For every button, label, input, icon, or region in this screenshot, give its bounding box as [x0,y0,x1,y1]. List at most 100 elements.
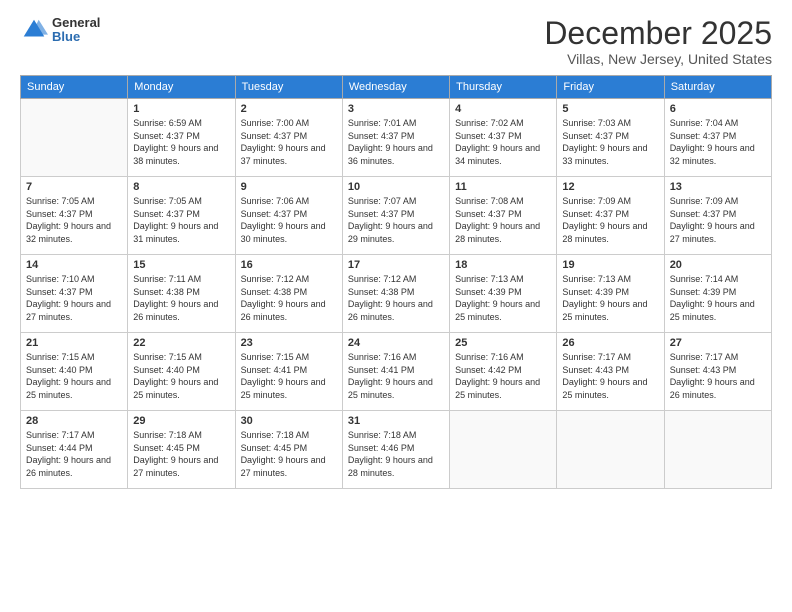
cell-day-number: 15 [133,259,229,271]
subtitle: Villas, New Jersey, United States [544,51,772,67]
cell-daylight: Daylight: 9 hours and 34 minutes. [455,143,540,166]
cell-sunset: Sunset: 4:37 PM [133,209,200,219]
cell-info: Sunrise: 7:18 AMSunset: 4:46 PMDaylight:… [348,429,444,479]
logo-general-label: General [52,16,100,30]
cell-info: Sunrise: 7:09 AMSunset: 4:37 PMDaylight:… [670,195,766,245]
cell-sunrise: Sunrise: 6:59 AM [133,118,202,128]
cell-info: Sunrise: 7:15 AMSunset: 4:41 PMDaylight:… [241,351,337,401]
cell-sunrise: Sunrise: 7:00 AM [241,118,310,128]
cell-info: Sunrise: 7:14 AMSunset: 4:39 PMDaylight:… [670,273,766,323]
cell-day-number: 7 [26,181,122,193]
cell-sunrise: Sunrise: 7:09 AM [562,196,631,206]
calendar-cell: 8 Sunrise: 7:05 AM Sunset: 4:37 PM Daylight… [128,177,235,255]
cell-daylight: Daylight: 9 hours and 36 minutes. [348,143,433,166]
cell-sunrise: Sunrise: 7:03 AM [562,118,631,128]
cell-daylight: Daylight: 9 hours and 26 minutes. [133,299,218,322]
cell-sunset: Sunset: 4:37 PM [241,209,308,219]
cell-sunrise: Sunrise: 7:05 AM [133,196,202,206]
cell-daylight: Daylight: 9 hours and 31 minutes. [133,221,218,244]
logo-blue-label: Blue [52,30,100,44]
calendar-cell: 27 Sunrise: 7:17 AMSunset: 4:43 PMDayligh… [664,333,771,411]
cell-day-number: 24 [348,337,444,349]
cell-day-number: 4 [455,103,551,115]
cell-day-number: 11 [455,181,551,193]
cell-day-number: 28 [26,415,122,427]
cell-sunset: Sunset: 4:39 PM [455,287,522,297]
cell-day-number: 1 [133,103,229,115]
cell-day-number: 22 [133,337,229,349]
cell-sunset: Sunset: 4:39 PM [670,287,737,297]
cell-day-number: 3 [348,103,444,115]
cell-sunrise: Sunrise: 7:11 AM [133,274,201,284]
calendar-cell: 9Sunrise: 7:06 AMSunset: 4:37 PMDaylight… [235,177,342,255]
cell-daylight: Daylight: 9 hours and 32 minutes. [26,221,111,244]
cell-daylight: Daylight: 9 hours and 26 minutes. [670,377,755,400]
calendar-week-4: 21Sunrise: 7:15 AMSunset: 4:40 PMDayligh… [21,333,772,411]
cell-sunset: Sunset: 4:37 PM [562,209,629,219]
calendar-cell: 12Sunrise: 7:09 AMSunset: 4:37 PMDayligh… [557,177,664,255]
cell-info: Sunrise: 7:09 AM Sunset: 4:37 PM Daylight:… [562,195,658,245]
cell-daylight: Daylight: 9 hours and 27 minutes. [133,455,218,478]
cell-sunset: Sunset: 4:44 PM [26,443,93,453]
calendar-cell: 3Sunrise: 7:01 AMSunset: 4:37 PMDaylight… [342,99,449,177]
calendar-cell [664,411,771,489]
header-friday: Friday [557,76,664,99]
calendar-cell: 15Sunrise: 7:11 AMSunset: 4:38 PMDayligh… [128,255,235,333]
calendar-week-1: 1 Sunrise: 6:59 AMSunset: 4:37 PMDaylight… [21,99,772,177]
cell-info: Sunrise: 7:16 AMSunset: 4:41 PMDaylight:… [348,351,444,401]
cell-daylight: Daylight: 9 hours and 28 minutes. [562,221,647,244]
cell-info: Sunrise: 7:12 AMSunset: 4:38 PMDaylight:… [348,273,444,323]
cell-info: Sunrise: 7:17 AMSunset: 4:43 PMDaylight:… [562,351,658,401]
cell-sunset: Sunset: 4:42 PM [455,365,522,375]
cell-day-number: 30 [241,415,337,427]
cell-sunset: Sunset: 4:43 PM [562,365,629,375]
cell-sunset: Sunset: 4:37 PM [26,209,93,219]
cell-day-number: 10 [348,181,444,193]
calendar-cell: 5Sunrise: 7:03 AMSunset: 4:37 PMDaylight… [557,99,664,177]
cell-info: Sunrise: 7:17 AMSunset: 4:43 PMDaylight:… [670,351,766,401]
calendar-cell: 16Sunrise: 7:12 AMSunset: 4:38 PMDayligh… [235,255,342,333]
calendar-cell: 22Sunrise: 7:15 AMSunset: 4:40 PMDayligh… [128,333,235,411]
cell-day-number: 29 [133,415,229,427]
calendar-cell [21,99,128,177]
calendar-cell: 29Sunrise: 7:18 AMSunset: 4:45 PMDayligh… [128,411,235,489]
cell-day-number: 8 [133,181,229,193]
cell-day-number: 5 [562,103,658,115]
cell-daylight: Daylight: 9 hours and 30 minutes. [241,221,326,244]
cell-day-number: 27 [670,337,766,349]
cell-sunrise: Sunrise: 7:07 AM [348,196,417,206]
calendar-week-3: 14Sunrise: 7:10 AMSunset: 4:37 PMDayligh… [21,255,772,333]
cell-sunrise: Sunrise: 7:06 AM [241,196,310,206]
calendar-table: Sunday Monday Tuesday Wednesday Thursday… [20,75,772,489]
cell-sunset: Sunset: 4:45 PM [241,443,308,453]
cell-daylight: Daylight: 9 hours and 28 minutes. [455,221,540,244]
calendar-cell: 20Sunrise: 7:14 AMSunset: 4:39 PMDayligh… [664,255,771,333]
cell-sunset: Sunset: 4:39 PM [562,287,629,297]
cell-day-number: 25 [455,337,551,349]
cell-sunset: Sunset: 4:38 PM [348,287,415,297]
cell-daylight: Daylight: 9 hours and 33 minutes. [562,143,647,166]
cell-sunset: Sunset: 4:37 PM [348,209,415,219]
cell-sunrise: Sunrise: 7:15 AM [133,352,202,362]
header-monday: Monday [128,76,235,99]
cell-sunrise: Sunrise: 7:18 AM [241,430,310,440]
cell-daylight: Daylight: 9 hours and 27 minutes. [26,299,111,322]
cell-daylight: Daylight: 9 hours and 29 minutes. [348,221,433,244]
calendar-cell: 31Sunrise: 7:18 AMSunset: 4:46 PMDayligh… [342,411,449,489]
main-title: December 2025 [544,16,772,51]
cell-info: Sunrise: 6:59 AMSunset: 4:37 PMDaylight:… [133,117,229,167]
cell-info: Sunrise: 7:13 AMSunset: 4:39 PMDaylight:… [562,273,658,323]
cell-day-number: 14 [26,259,122,271]
calendar-cell: 21Sunrise: 7:15 AMSunset: 4:40 PMDayligh… [21,333,128,411]
cell-day-number: 19 [562,259,658,271]
cell-sunrise: Sunrise: 7:16 AM [348,352,417,362]
cell-daylight: Daylight: 9 hours and 25 minutes. [455,377,540,400]
calendar-cell: 1 Sunrise: 6:59 AMSunset: 4:37 PMDaylight… [128,99,235,177]
cell-info: Sunrise: 7:06 AM Sunset: 4:37 PM Daylight:… [241,195,337,245]
cell-daylight: Daylight: 9 hours and 37 minutes. [241,143,326,166]
cell-sunrise: Sunrise: 7:15 AM [241,352,310,362]
cell-sunset: Sunset: 4:40 PM [26,365,93,375]
calendar-header-row: Sunday Monday Tuesday Wednesday Thursday… [21,76,772,99]
calendar-cell: 26Sunrise: 7:17 AMSunset: 4:43 PMDayligh… [557,333,664,411]
cell-info: Sunrise: 7:00 AMSunset: 4:37 PMDaylight:… [241,117,337,167]
